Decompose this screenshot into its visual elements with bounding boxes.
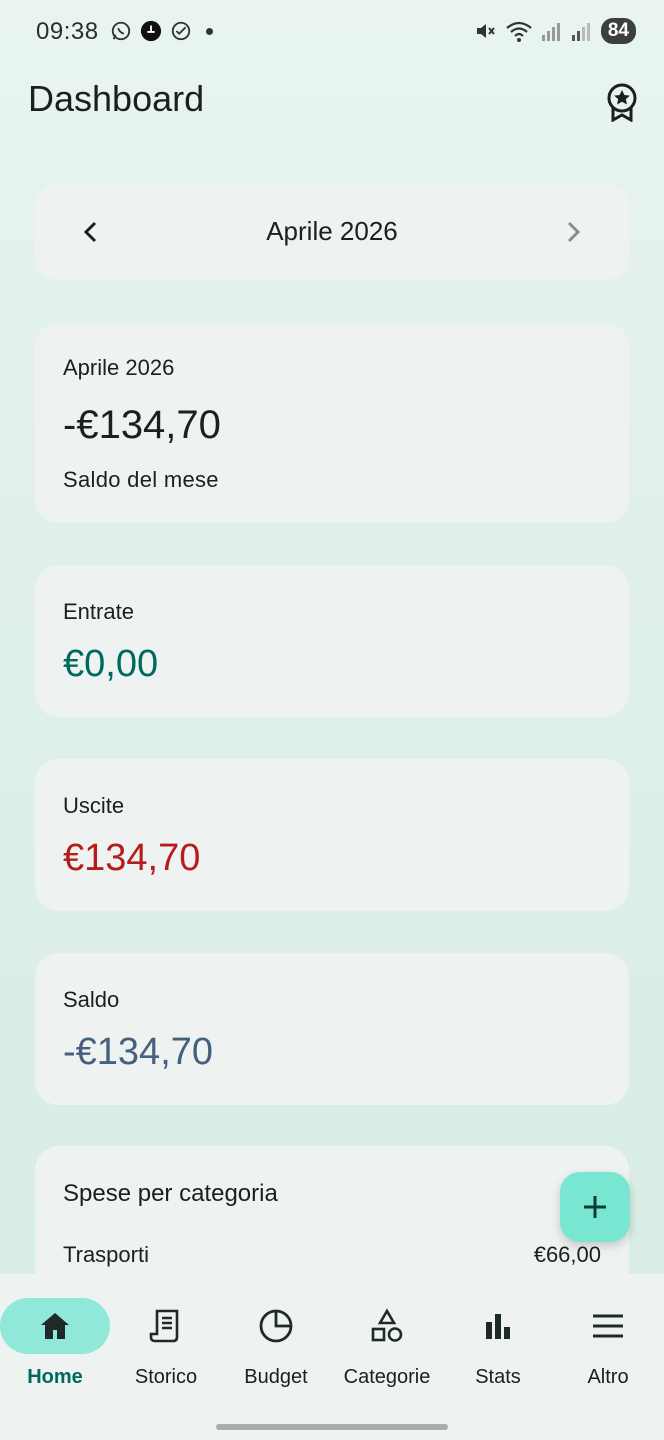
shapes-icon bbox=[371, 1308, 403, 1342]
chevron-right-icon bbox=[567, 221, 581, 243]
wifi-icon bbox=[506, 21, 532, 42]
status-bar: 09:38 84 bbox=[0, 0, 664, 64]
month-navigator: Aprile 2026 bbox=[35, 184, 629, 280]
balance-amount: -€134,70 bbox=[63, 1031, 214, 1073]
add-transaction-button[interactable] bbox=[560, 1172, 630, 1242]
receipt-icon bbox=[149, 1309, 179, 1343]
battery-indicator: 84 bbox=[600, 18, 636, 44]
nav-item-home[interactable]: Home bbox=[0, 1298, 110, 1398]
category-card-title: Spese per categoria bbox=[63, 1180, 278, 1207]
status-dot bbox=[206, 27, 213, 35]
nav-pill bbox=[221, 1298, 331, 1354]
balance-label: Saldo bbox=[63, 987, 120, 1012]
signal-icon bbox=[571, 23, 590, 41]
expenses-amount: €134,70 bbox=[63, 837, 201, 879]
nav-item-budget[interactable]: Budget bbox=[221, 1298, 331, 1398]
expenses-card: Uscite €134,70 bbox=[35, 759, 629, 911]
nav-pill bbox=[443, 1298, 553, 1354]
nav-pill bbox=[0, 1298, 110, 1354]
list-item[interactable]: Trasporti €66,00 bbox=[63, 1242, 601, 1268]
mute-icon bbox=[476, 24, 495, 38]
menu-icon bbox=[593, 1314, 623, 1338]
income-label: Entrate bbox=[63, 599, 134, 624]
balance-card: Saldo -€134,70 bbox=[35, 953, 629, 1105]
whatsapp-icon bbox=[111, 21, 131, 41]
notification-icon bbox=[140, 20, 162, 42]
home-icon bbox=[41, 1313, 69, 1339]
home-indicator[interactable] bbox=[216, 1424, 448, 1430]
award-icon[interactable] bbox=[604, 82, 640, 122]
summary-subtitle: Saldo del mese bbox=[63, 467, 219, 492]
status-icons-left bbox=[110, 20, 213, 42]
nav-pill bbox=[332, 1298, 442, 1354]
status-icons-right: 84 bbox=[473, 18, 636, 44]
summary-label: Aprile 2026 bbox=[63, 355, 175, 380]
pie-chart-icon bbox=[259, 1309, 293, 1343]
nav-pill bbox=[553, 1298, 663, 1354]
nav-pill bbox=[111, 1298, 221, 1354]
nav-item-altro[interactable]: Altro bbox=[553, 1298, 663, 1398]
nav-label-altro: Altro bbox=[587, 1366, 629, 1388]
category-amount: €66,00 bbox=[533, 1242, 601, 1267]
next-month-button[interactable] bbox=[553, 212, 593, 252]
nav-item-storico[interactable]: Storico bbox=[111, 1298, 221, 1398]
page-title: Dashboard bbox=[28, 78, 205, 119]
plus-icon bbox=[584, 1196, 606, 1218]
nav-item-categorie[interactable]: Categorie bbox=[332, 1298, 442, 1398]
check-circle-icon bbox=[171, 21, 191, 41]
month-label: Aprile 2026 bbox=[266, 216, 398, 246]
category-name: Trasporti bbox=[63, 1242, 149, 1267]
summary-amount: -€134,70 bbox=[63, 403, 221, 447]
expenses-label: Uscite bbox=[63, 793, 125, 818]
bottom-navigation: Home Storico Budget Categorie Stats Altr… bbox=[0, 1274, 664, 1440]
bar-chart-icon bbox=[486, 1314, 510, 1339]
income-amount: €0,00 bbox=[63, 643, 159, 685]
income-card: Entrate €0,00 bbox=[35, 565, 629, 717]
status-time: 09:38 bbox=[36, 18, 99, 45]
nav-item-stats[interactable]: Stats bbox=[443, 1298, 553, 1398]
month-summary-card: Aprile 2026 -€134,70 Saldo del mese bbox=[35, 323, 629, 523]
signal-icon bbox=[541, 23, 560, 41]
